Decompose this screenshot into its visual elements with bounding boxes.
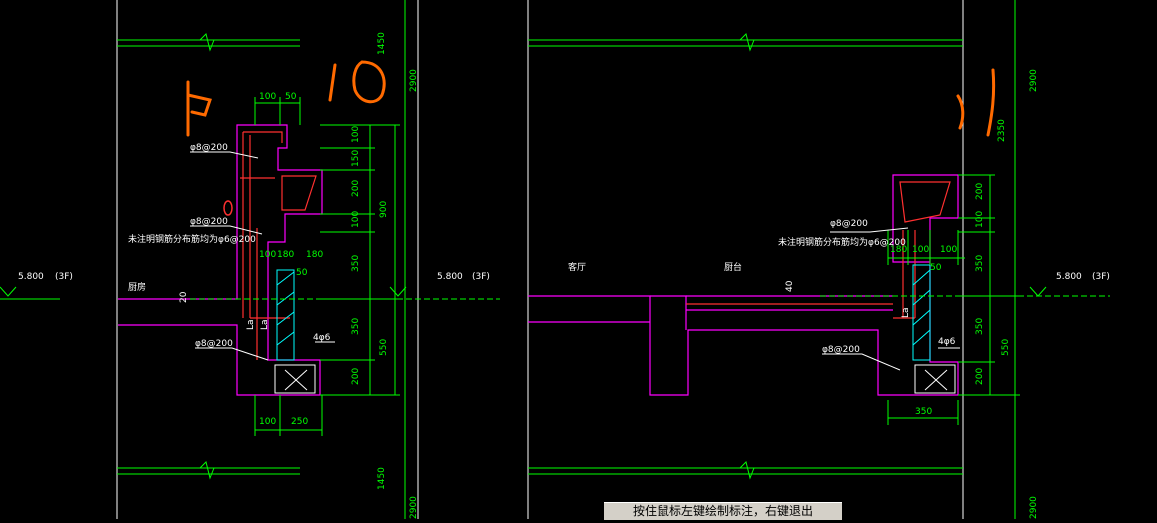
left-right-dim-3: 200: [351, 180, 361, 197]
right-dim-lines: [820, 0, 1110, 519]
vdim-3: 1450: [377, 467, 387, 490]
right-bottom-dim: 350: [915, 407, 932, 417]
left-note: 未注明钢筋分布筋均为φ6@200: [128, 233, 256, 245]
left-outer-dim-2: 550: [379, 339, 389, 356]
right-elevation: 5.800: [1056, 272, 1082, 282]
edge-elevation: 5.800: [18, 272, 44, 282]
right-room-1: 客厅: [568, 261, 586, 273]
left-floor: (3F): [472, 272, 490, 282]
left-right-dim-7: 200: [351, 368, 361, 385]
right-rebar: [686, 181, 951, 319]
right-outer-dim: 550: [1001, 339, 1011, 356]
grid-lines: [116, 0, 964, 519]
vdim-7: 2900: [1029, 496, 1039, 519]
left-hatch: [276, 269, 295, 361]
left-mid-dim-2: 180: [277, 250, 294, 260]
left-right-dim-1: 100: [351, 126, 361, 143]
left-mid-dim-3: 50: [296, 268, 308, 278]
vdim-6: 2350: [997, 119, 1007, 142]
right-bottom-box: [914, 364, 956, 394]
left-bottom-dim-1: 100: [259, 417, 276, 427]
left-outline: [118, 124, 323, 396]
left-right-dim-4: 100: [351, 211, 361, 228]
right-right-dim-4: 350: [975, 318, 985, 335]
left-top-dim-1: 100: [259, 92, 276, 102]
right-detail: [528, 0, 1110, 519]
right-right-dim-5: 200: [975, 368, 985, 385]
right-bars: 4φ6: [938, 337, 956, 347]
left-rebar-label-3: φ8@200: [195, 339, 233, 349]
right-texts: 180 100 100 50 350 200 100 350 350 200 5…: [890, 69, 1039, 519]
right-rebar-label-2: φ8@200: [822, 345, 860, 355]
left-markup-thin: [223, 200, 233, 216]
right-top-dim-2: 100: [912, 245, 929, 255]
left-outer-dim-1: 900: [379, 201, 389, 218]
left-rebar-label-2: φ8@200: [190, 217, 228, 227]
left-top-dim-2: 50: [285, 92, 297, 102]
right-note: 未注明钢筋分布筋均为φ6@200: [778, 236, 906, 248]
right-right-dim-1: 200: [975, 183, 985, 200]
vdim-1: 1450: [377, 32, 387, 55]
right-rebar-label-1: φ8@200: [830, 219, 868, 229]
left-right-dim-6: 350: [351, 318, 361, 335]
vdim-4: 2900: [409, 496, 419, 519]
right-floor: (3F): [1092, 272, 1110, 282]
left-detail: [0, 0, 500, 519]
left-bottom-box: [274, 364, 316, 394]
vdim-2: 2900: [409, 69, 419, 92]
right-top-dim-3: 100: [940, 245, 957, 255]
left-bars: 4φ6: [313, 333, 331, 343]
right-mid-dim: 50: [930, 263, 942, 273]
left-lap-1: La: [246, 319, 256, 330]
right-outline: [528, 174, 959, 396]
left-right-dim-2: 150: [351, 150, 361, 167]
left-lap-2: La: [260, 319, 270, 330]
left-right-dim-5: 350: [351, 255, 361, 272]
right-white-texts: φ8@200 φ8@200 未注明钢筋分布筋均为φ6@200 4φ6 La 客厅…: [568, 219, 1110, 355]
vdim-5: 2900: [1029, 69, 1039, 92]
left-elevation: 5.800: [437, 272, 463, 282]
left-rebar-label-1: φ8@200: [190, 143, 228, 153]
right-right-dim-3: 350: [975, 255, 985, 272]
left-room: 厨房: [128, 281, 146, 293]
status-tooltip: 按住鼠标左键绘制标注，右键退出: [604, 502, 842, 520]
right-room-2: 厨台: [724, 261, 742, 273]
break-lines: [117, 33, 963, 480]
left-bottom-dim-2: 250: [291, 417, 308, 427]
left-mid-dim-1: 100: [259, 250, 276, 260]
right-lap: La: [901, 307, 911, 318]
left-slope: 20: [179, 291, 189, 303]
right-slope: 40: [785, 280, 795, 292]
right-right-dim-2: 100: [975, 211, 985, 228]
edge-floor: (3F): [55, 272, 73, 282]
left-mid-dim-4: 180: [306, 250, 323, 260]
cad-drawing-canvas[interactable]: 100 50 100 250 100 180 50 180 100 150 20…: [0, 0, 1157, 519]
